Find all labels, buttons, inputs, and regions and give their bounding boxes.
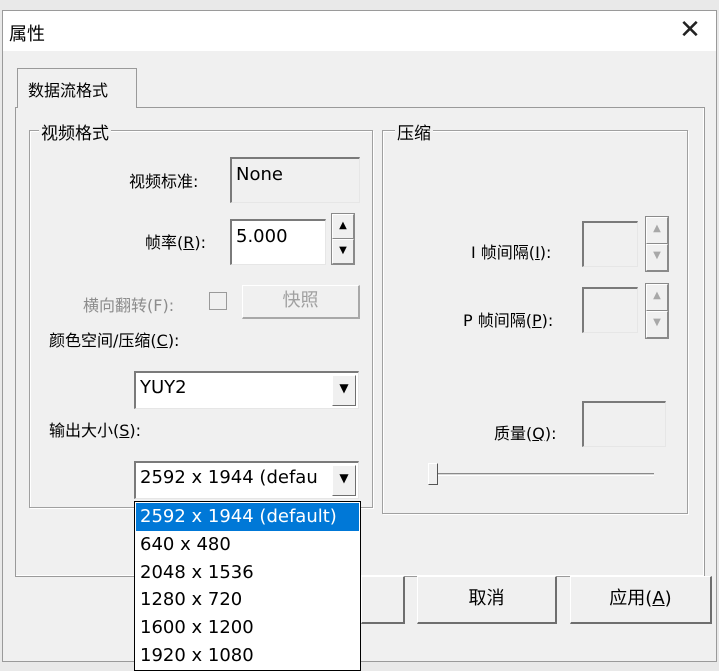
chevron-down-icon[interactable]: ▼ — [332, 375, 356, 406]
spin-down-icon[interactable]: ▼ — [332, 239, 354, 264]
colorspace-label: 颜色空间/压缩(C): — [49, 331, 180, 350]
spin-up-icon[interactable]: ▲ — [646, 284, 668, 311]
quality-label: 质量(Q): — [494, 424, 557, 443]
window-title: 属性 — [9, 24, 45, 45]
colorspace-value: YUY2 — [140, 377, 187, 398]
spin-down-icon[interactable]: ▼ — [646, 311, 668, 338]
quality-input[interactable] — [582, 401, 666, 447]
framerate-label: 帧率(R): — [145, 233, 207, 252]
dropdown-option[interactable]: 1280 x 720 — [136, 586, 359, 614]
dropdown-option[interactable]: 2592 x 1944 (default) — [136, 503, 359, 531]
properties-dialog: 属性 ✕ 数据流格式 视频格式 视频标准: None 帧率(R): 5.000 … — [2, 10, 717, 671]
apply-button[interactable]: 应用(A) — [570, 576, 712, 624]
cancel-button[interactable]: 取消 — [417, 576, 557, 624]
iframe-interval-label: I 帧间隔(I): — [471, 243, 552, 262]
horizontal-flip-label: 横向翻转(F): — [83, 296, 175, 315]
pframe-interval-label: P 帧间隔(P): — [463, 311, 554, 330]
video-standard-label: 视频标准: — [129, 172, 199, 191]
video-standard-value: None — [236, 164, 283, 185]
video-format-legend: 视频格式 — [39, 119, 111, 144]
framerate-input[interactable]: 5.000 — [230, 219, 326, 265]
dropdown-option[interactable]: 1920 x 1080 — [136, 642, 359, 670]
quality-slider-thumb[interactable] — [428, 463, 438, 485]
horizontal-flip-checkbox[interactable] — [209, 292, 227, 310]
snapshot-button[interactable]: 快照 — [242, 285, 360, 319]
ok-button[interactable] — [361, 576, 405, 624]
spin-up-icon[interactable]: ▲ — [332, 214, 354, 239]
pframe-interval-spinner[interactable]: ▲ ▼ — [645, 283, 669, 339]
framerate-spinner[interactable]: ▲ ▼ — [331, 213, 355, 265]
tab-label: 数据流格式 — [28, 81, 109, 100]
video-standard-field: None — [230, 157, 360, 203]
colorspace-select[interactable]: YUY2 ▼ — [134, 371, 359, 409]
dropdown-option[interactable]: 640 x 480 — [136, 531, 359, 559]
chevron-down-icon[interactable]: ▼ — [332, 465, 356, 496]
dropdown-option[interactable]: 1600 x 1200 — [136, 614, 359, 642]
close-icon[interactable]: ✕ — [674, 15, 706, 47]
framerate-value: 5.000 — [236, 226, 288, 247]
quality-slider-track[interactable] — [428, 473, 654, 476]
spin-up-icon[interactable]: ▲ — [646, 217, 668, 244]
pframe-interval-input[interactable] — [582, 287, 638, 333]
tab-stream-format[interactable]: 数据流格式 — [17, 68, 137, 108]
title-bar[interactable]: 属性 ✕ — [3, 11, 716, 51]
output-size-dropdown-list: 2592 x 1944 (default) 640 x 480 2048 x 153… — [134, 501, 361, 671]
output-size-label: 输出大小(S): — [49, 421, 142, 440]
compression-legend: 压缩 — [395, 119, 433, 144]
spin-down-icon[interactable]: ▼ — [646, 244, 668, 271]
iframe-interval-input[interactable] — [582, 221, 638, 267]
output-size-value: 2592 x 1944 (defau — [140, 467, 318, 488]
output-size-select[interactable]: 2592 x 1944 (defau ▼ — [134, 461, 359, 499]
iframe-interval-spinner[interactable]: ▲ ▼ — [645, 216, 669, 272]
dropdown-option[interactable]: 2048 x 1536 — [136, 559, 359, 587]
